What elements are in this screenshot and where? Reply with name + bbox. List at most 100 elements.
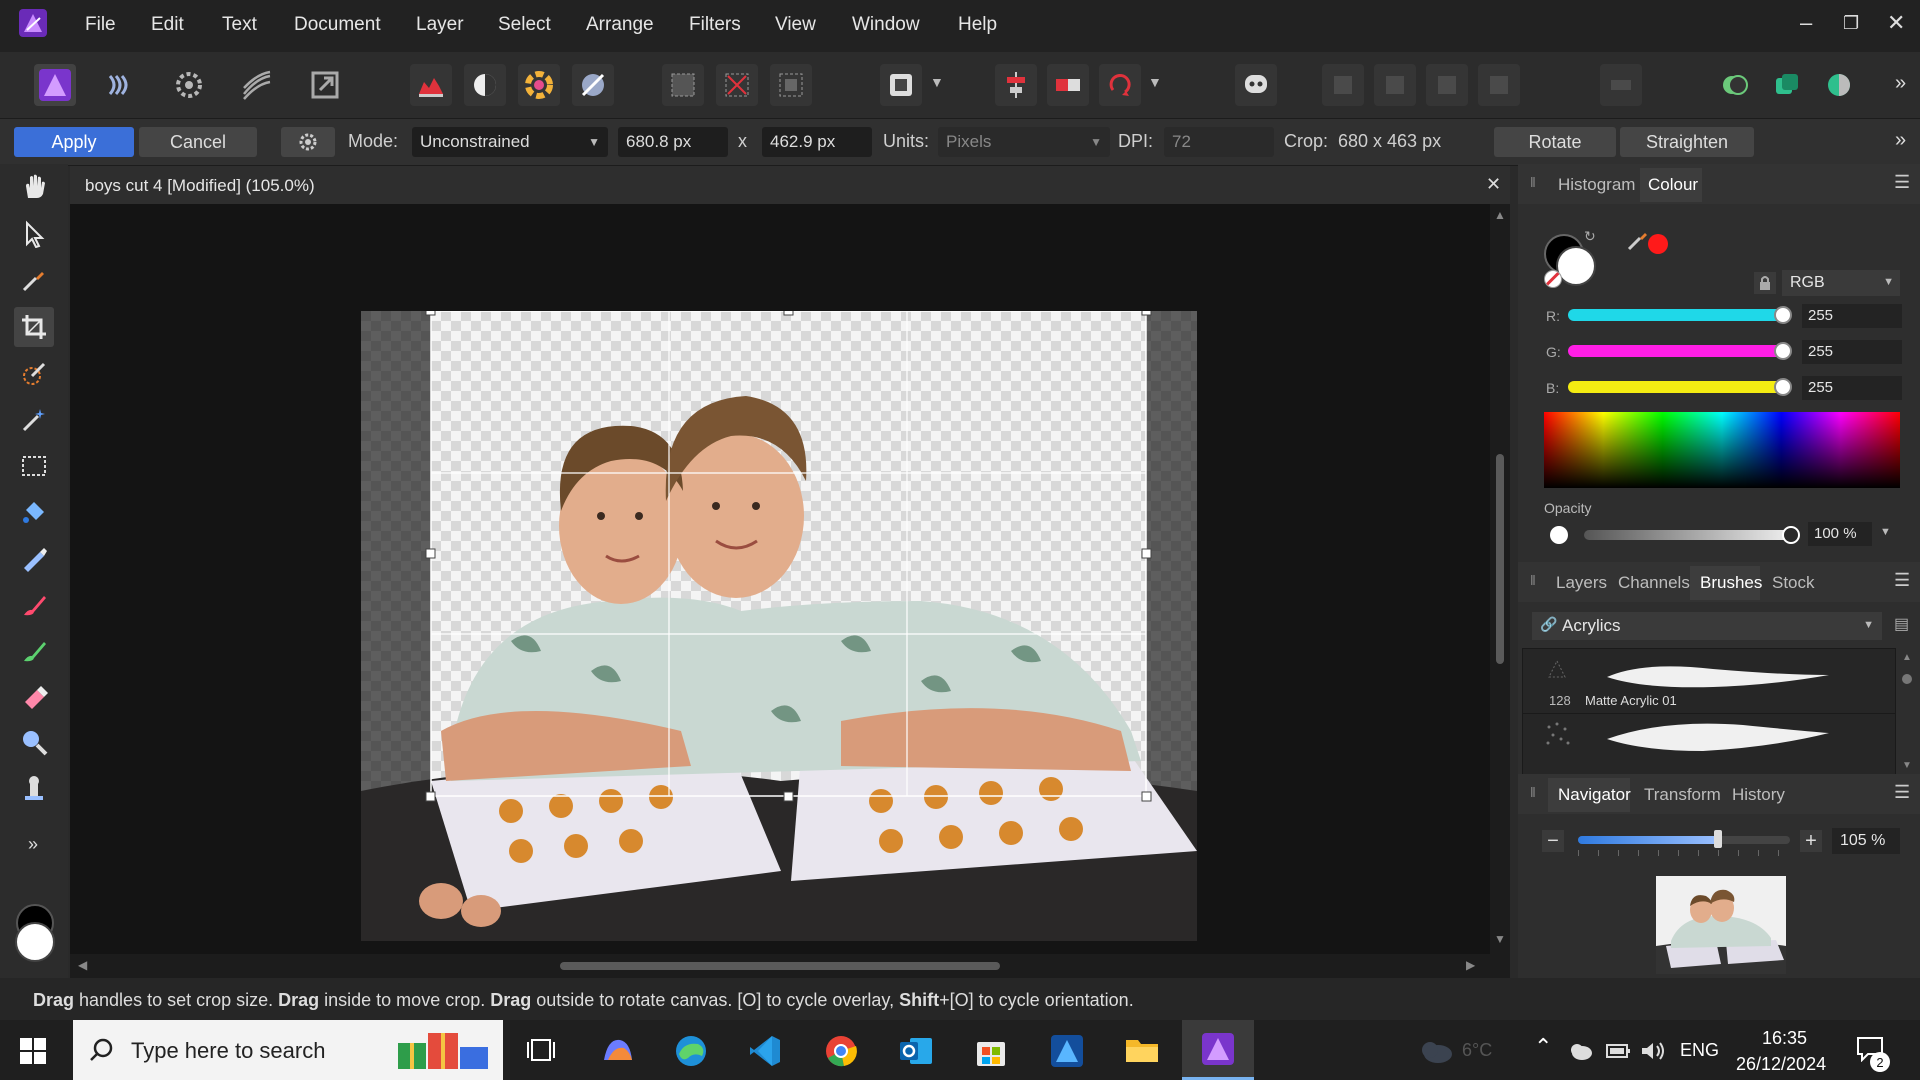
r-slider-handle[interactable] — [1774, 306, 1792, 324]
photo-persona-icon[interactable] — [34, 64, 76, 106]
brush-scroll-thumb[interactable] — [1902, 674, 1912, 684]
flood-select-wand-icon[interactable] — [14, 400, 54, 440]
menu-view[interactable]: View — [775, 14, 816, 36]
scroll-up-icon[interactable]: ▲ — [1902, 652, 1912, 663]
rectangular-marquee-icon[interactable] — [14, 446, 54, 486]
invert-selection-icon[interactable] — [770, 64, 812, 106]
menu-arrange[interactable]: Arrange — [586, 14, 654, 36]
edge-browser-icon[interactable] — [674, 1034, 708, 1073]
colour-spectrum[interactable] — [1544, 412, 1900, 488]
g-slider-handle[interactable] — [1774, 342, 1792, 360]
opacity-slider-handle[interactable] — [1782, 526, 1800, 544]
colour-picker-icon[interactable] — [14, 260, 54, 300]
flip-icon[interactable] — [1047, 64, 1089, 106]
personas-icon[interactable] — [1766, 64, 1808, 106]
restore-icon[interactable]: ❐ — [1843, 13, 1859, 34]
tab-history[interactable]: History — [1732, 785, 1785, 805]
affinity-photo-taskbar-icon[interactable] — [1182, 1020, 1254, 1080]
picked-colour-swatch[interactable] — [1648, 234, 1668, 254]
panel-grip-icon[interactable]: ‖ — [1530, 784, 1536, 800]
horizontal-scroll-thumb[interactable] — [560, 962, 1000, 970]
zoom-value-field[interactable]: 105 % — [1832, 828, 1900, 854]
zoom-in-button[interactable]: + — [1800, 830, 1822, 852]
paint-brush-icon[interactable] — [14, 584, 54, 624]
erase-brush-icon[interactable] — [14, 676, 54, 716]
rotate-button[interactable]: Rotate — [1494, 127, 1616, 157]
onedrive-icon[interactable] — [1568, 1040, 1594, 1067]
horizontal-scrollbar[interactable]: ◀ ▶ — [70, 954, 1510, 978]
brush-list[interactable]: 128 Matte Acrylic 01 — [1522, 648, 1896, 780]
microsoft-store-icon[interactable] — [974, 1034, 1008, 1073]
b-slider-handle[interactable] — [1774, 378, 1792, 396]
liquify-persona-icon[interactable] — [100, 64, 142, 106]
zoom-slider-handle[interactable] — [1713, 830, 1722, 848]
tab-layers[interactable]: Layers — [1556, 573, 1607, 593]
g-slider[interactable] — [1568, 345, 1782, 357]
export-persona-icon[interactable] — [304, 64, 346, 106]
affinity-designer-icon[interactable] — [1050, 1034, 1084, 1073]
volume-icon[interactable] — [1640, 1040, 1666, 1067]
colour-model-dropdown[interactable]: RGB ▼ — [1782, 270, 1900, 296]
crop-overlay[interactable] — [361, 311, 1197, 941]
clone-stamp-icon[interactable] — [14, 768, 54, 808]
close-document-icon[interactable]: ✕ — [1486, 174, 1501, 195]
menu-layer[interactable]: Layer — [416, 14, 464, 36]
tab-stock[interactable]: Stock — [1772, 573, 1815, 593]
brush-category-dropdown[interactable]: 🔗 Acrylics ▼ — [1532, 612, 1882, 640]
crop-width-field[interactable]: 680.8 px — [618, 127, 728, 157]
tone-mapping-persona-icon[interactable] — [236, 64, 278, 106]
clock-time[interactable]: 16:35 — [1762, 1028, 1807, 1049]
panel-grip-icon[interactable]: ‖ — [1530, 174, 1536, 190]
vscode-icon[interactable] — [748, 1034, 782, 1073]
zoom-tool-icon[interactable] — [14, 722, 54, 762]
no-fill-icon[interactable] — [1544, 270, 1562, 288]
snapping-icon[interactable] — [1714, 64, 1756, 106]
colour-replacement-brush-icon[interactable] — [14, 630, 54, 670]
tab-colour[interactable]: Colour — [1648, 175, 1698, 195]
panel-menu-icon[interactable]: ☰ — [1894, 172, 1910, 193]
settings-gear-icon[interactable] — [281, 127, 335, 157]
quick-mask-icon[interactable] — [880, 64, 922, 106]
menu-text[interactable]: Text — [222, 14, 257, 36]
minimize-icon[interactable]: – — [1800, 10, 1812, 36]
levels-icon[interactable] — [410, 64, 452, 106]
chrome-icon[interactable] — [824, 1034, 858, 1073]
cancel-button[interactable]: Cancel — [139, 127, 257, 157]
show-hidden-icons-icon[interactable]: ⌃ — [1534, 1034, 1552, 1060]
menu-select[interactable]: Select — [498, 14, 551, 36]
g-value-field[interactable]: 255 — [1802, 340, 1902, 364]
scroll-left-icon[interactable]: ◀ — [78, 958, 87, 972]
battery-icon[interactable] — [1606, 1042, 1632, 1065]
panel-grip-icon[interactable]: ‖ — [1530, 572, 1536, 588]
close-window-icon[interactable]: ✕ — [1887, 10, 1905, 36]
secondary-colour-swatch[interactable] — [15, 922, 55, 962]
b-value-field[interactable]: 255 — [1802, 376, 1902, 400]
vertical-scrollbar[interactable]: ▲ ▼ — [1490, 204, 1510, 954]
rotate-icon[interactable] — [1099, 64, 1141, 106]
crop-tool-icon[interactable] — [14, 307, 54, 347]
chevron-down-icon[interactable]: ▼ — [1148, 74, 1162, 90]
straighten-button[interactable]: Straighten — [1620, 127, 1754, 157]
zoom-slider[interactable] — [1578, 830, 1790, 848]
more-tools-icon[interactable]: » — [28, 834, 38, 855]
taskbar-search-box[interactable]: Type here to search — [73, 1020, 503, 1080]
copilot-icon[interactable] — [600, 1034, 636, 1071]
swap-colours-icon[interactable]: ↻ — [1584, 228, 1596, 245]
brush-item[interactable]: 128 Matte Acrylic 01 — [1523, 649, 1895, 714]
clock-date[interactable]: 26/12/2024 — [1736, 1054, 1826, 1075]
colour-wheel-icon[interactable] — [518, 64, 560, 106]
scroll-right-icon[interactable]: ▶ — [1466, 958, 1475, 972]
move-tool-arrow-icon[interactable] — [14, 214, 54, 254]
menu-edit[interactable]: Edit — [151, 14, 184, 36]
windows-start-icon[interactable] — [20, 1038, 46, 1069]
scroll-down-icon[interactable]: ▼ — [1494, 932, 1506, 946]
r-value-field[interactable]: 255 — [1802, 304, 1902, 328]
lock-icon[interactable] — [1754, 272, 1776, 294]
view-tool-hand-icon[interactable] — [14, 166, 54, 206]
stroke-colour-well[interactable] — [1556, 246, 1596, 286]
brush-list-menu-icon[interactable]: ▤ — [1894, 614, 1909, 634]
studio-icon[interactable] — [1818, 64, 1860, 106]
panel-menu-icon[interactable]: ☰ — [1894, 782, 1910, 803]
menu-document[interactable]: Document — [294, 14, 381, 36]
document-canvas[interactable] — [361, 311, 1197, 941]
